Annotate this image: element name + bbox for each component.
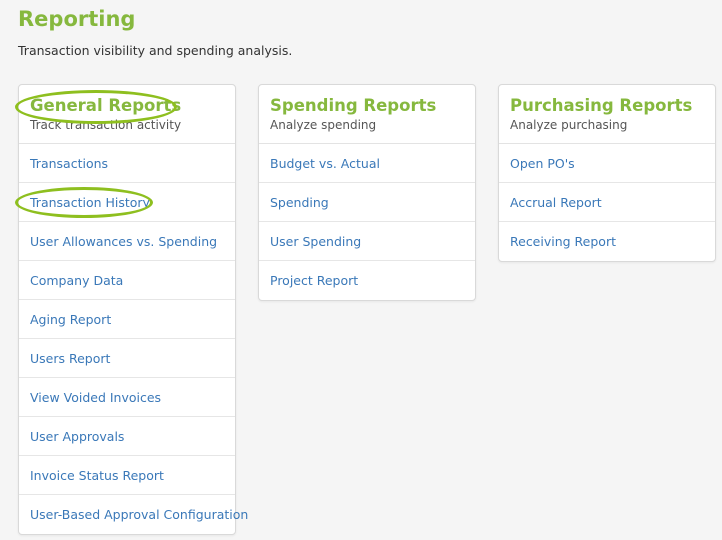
card-header: Purchasing Reports Analyze purchasing bbox=[499, 85, 715, 144]
page-subtitle: Transaction visibility and spending anal… bbox=[18, 43, 293, 58]
card-title-purchasing-reports: Purchasing Reports bbox=[510, 96, 693, 115]
report-link-accrual-report[interactable]: Accrual Report bbox=[499, 183, 715, 222]
purchasing-reports-card: Purchasing Reports Analyze purchasing Op… bbox=[498, 84, 716, 262]
report-link-label: Transaction History bbox=[30, 194, 150, 210]
report-link-view-voided-invoices[interactable]: View Voided Invoices bbox=[19, 378, 235, 417]
card-subtitle: Track transaction activity bbox=[30, 118, 182, 132]
report-link-transaction-history[interactable]: Transaction History bbox=[15, 183, 235, 222]
report-link-receiving-report[interactable]: Receiving Report bbox=[499, 222, 715, 261]
card-subtitle: Analyze spending bbox=[270, 118, 377, 132]
report-link-budget-vs-actual[interactable]: Budget vs. Actual bbox=[259, 144, 475, 183]
report-link-invoice-status-report[interactable]: Invoice Status Report bbox=[19, 456, 235, 495]
report-link-aging-report[interactable]: Aging Report bbox=[19, 300, 235, 339]
card-subtitle: Analyze purchasing bbox=[510, 118, 628, 132]
general-reports-card: General Reports Track transaction activi… bbox=[15, 84, 248, 535]
report-link-user-based-approval-configuration[interactable]: User-Based Approval Configuration bbox=[19, 495, 248, 534]
page-title: Reporting bbox=[18, 7, 136, 31]
report-link-open-pos[interactable]: Open PO's bbox=[499, 144, 715, 183]
report-link-company-data[interactable]: Company Data bbox=[19, 261, 235, 300]
report-link-user-approvals[interactable]: User Approvals bbox=[19, 417, 235, 456]
report-link-user-allowances-vs-spending[interactable]: User Allowances vs. Spending bbox=[19, 222, 235, 261]
report-link-users-report[interactable]: Users Report bbox=[19, 339, 235, 378]
report-link-user-spending[interactable]: User Spending bbox=[259, 222, 475, 261]
card-title-spending-reports: Spending Reports bbox=[270, 96, 437, 115]
report-link-spending[interactable]: Spending bbox=[259, 183, 475, 222]
card-header: General Reports Track transaction activi… bbox=[15, 85, 235, 144]
report-link-project-report[interactable]: Project Report bbox=[259, 261, 475, 300]
card-header: Spending Reports Analyze spending bbox=[259, 85, 475, 144]
card-title-general-reports: General Reports bbox=[30, 96, 182, 115]
report-link-transactions[interactable]: Transactions bbox=[19, 144, 235, 183]
spending-reports-card: Spending Reports Analyze spending Budget… bbox=[258, 84, 476, 301]
